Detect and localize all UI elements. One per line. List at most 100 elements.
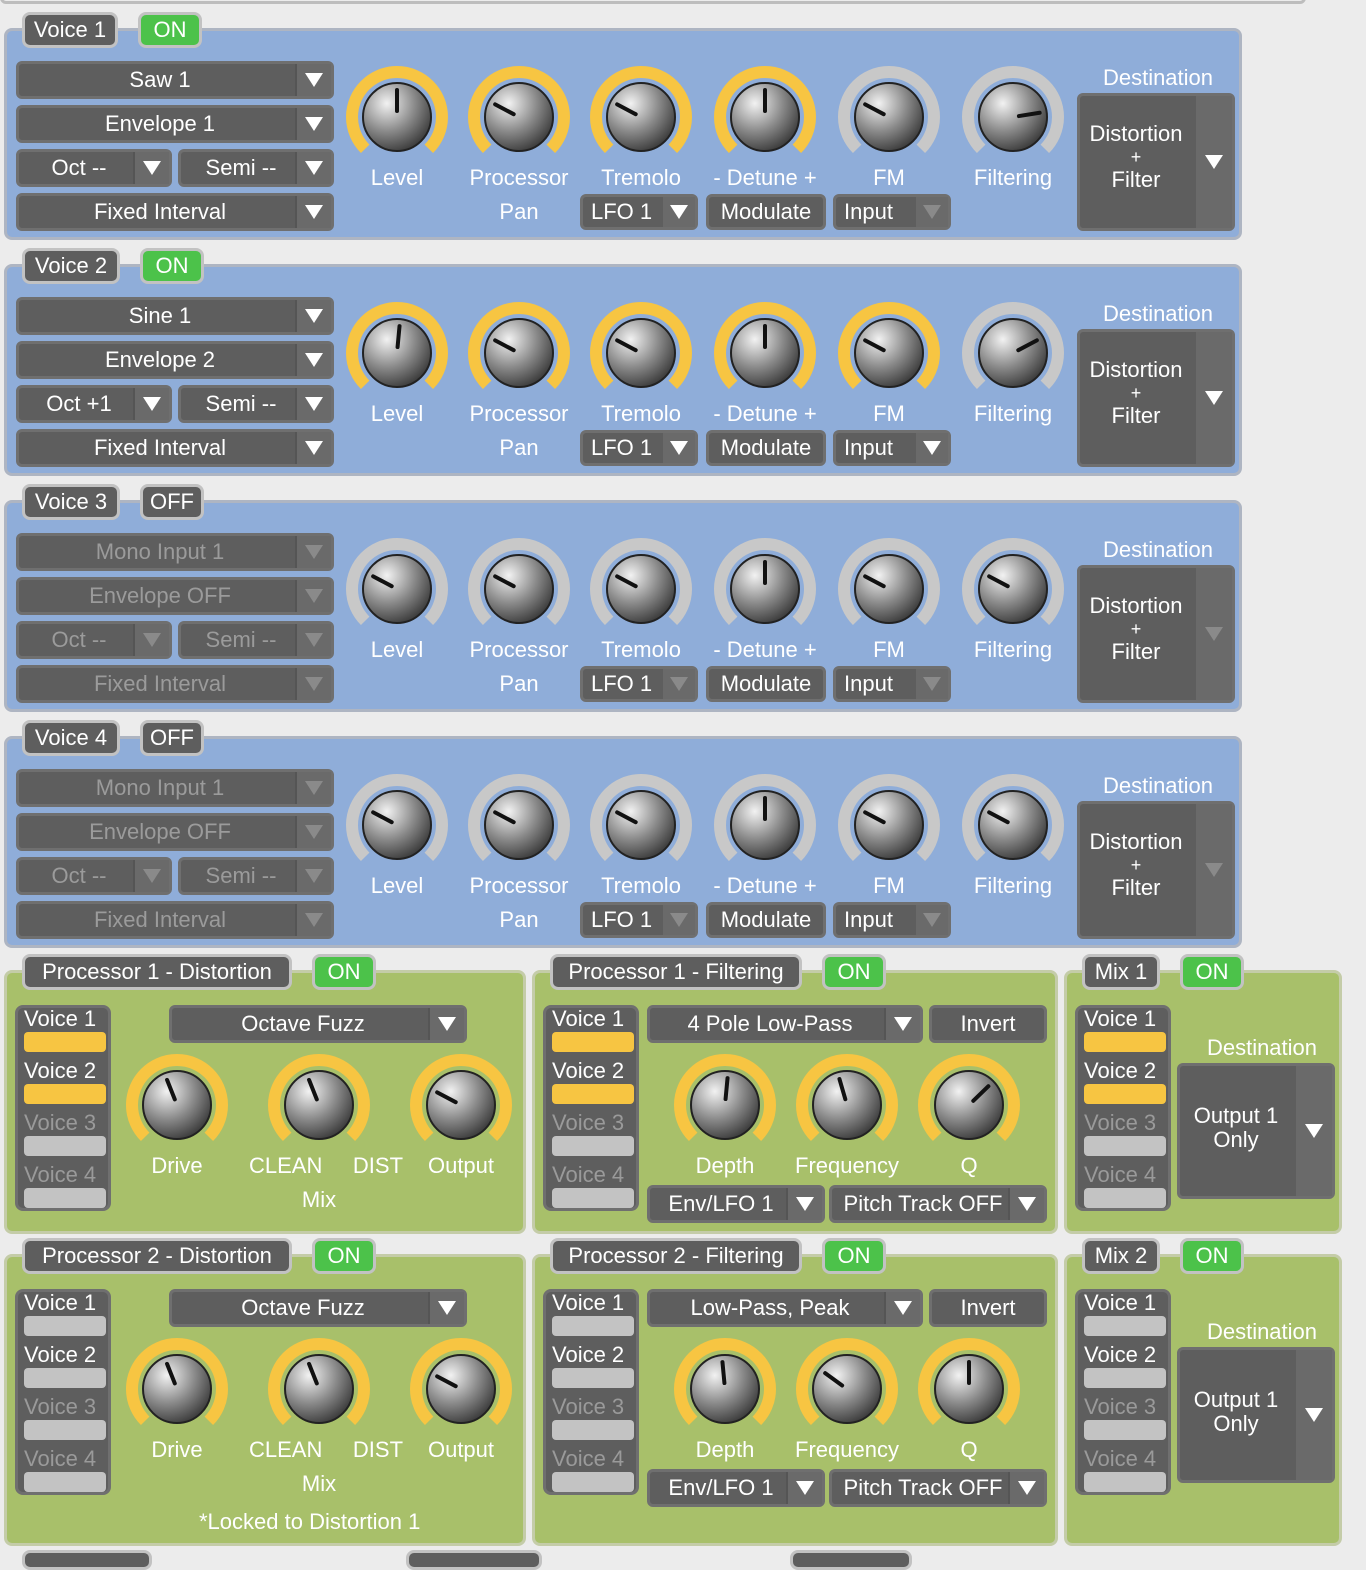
voice-route-toggle-3[interactable] [552, 1136, 634, 1156]
filter-mode-select[interactable]: Low-Pass, Peak [647, 1289, 923, 1327]
knob-tremolo[interactable] [589, 65, 693, 169]
pitch-track-select[interactable]: Pitch Track OFF [829, 1185, 1047, 1223]
knob-frequency[interactable] [795, 1053, 899, 1157]
knob-q[interactable] [917, 1337, 1021, 1441]
octave-select[interactable]: Oct -- [16, 149, 172, 187]
voice-tab[interactable]: Voice 1 [22, 12, 118, 48]
semitone-select[interactable]: Semi -- [178, 385, 334, 423]
voice-power-toggle[interactable]: OFF [140, 720, 204, 756]
knob-filtering[interactable] [961, 537, 1065, 641]
knob-filtering[interactable] [961, 773, 1065, 877]
voice-route-toggle-2[interactable] [552, 1368, 634, 1388]
knob-processor[interactable] [467, 537, 571, 641]
knob-level[interactable] [345, 773, 449, 877]
envelope-select[interactable]: Envelope 2 [16, 341, 334, 379]
destination-select[interactable]: Distortion + Filter [1077, 801, 1235, 939]
voice-route-toggle-4[interactable] [24, 1472, 106, 1492]
knob-detune[interactable] [713, 537, 817, 641]
semitone-select[interactable]: Semi -- [178, 857, 334, 895]
modulate-button[interactable]: Modulate [706, 430, 826, 466]
knob-filtering[interactable] [961, 301, 1065, 405]
interval-select[interactable]: Fixed Interval [16, 429, 334, 467]
envelope-select[interactable]: Envelope 1 [16, 105, 334, 143]
semitone-select[interactable]: Semi -- [178, 149, 334, 187]
next-section-tab[interactable] [406, 1550, 542, 1570]
filter-mode-select[interactable]: 4 Pole Low-Pass [647, 1005, 923, 1043]
fm-input-select[interactable]: Input [833, 194, 951, 230]
knob-detune[interactable] [713, 65, 817, 169]
processor-tab[interactable]: Mix 1 [1082, 954, 1160, 990]
voice-route-toggle-1[interactable] [24, 1316, 106, 1336]
interval-select[interactable]: Fixed Interval [16, 901, 334, 939]
processor-power-toggle[interactable]: ON [822, 1238, 886, 1274]
modulate-button[interactable]: Modulate [706, 194, 826, 230]
voice-route-toggle-3[interactable] [552, 1420, 634, 1440]
processor-power-toggle[interactable]: ON [312, 1238, 376, 1274]
voice-route-toggle-2[interactable] [552, 1084, 634, 1104]
knob-output[interactable] [409, 1053, 513, 1157]
voice-tab[interactable]: Voice 2 [22, 248, 120, 284]
voice-route-toggle-3[interactable] [24, 1420, 106, 1440]
knob-level[interactable] [345, 301, 449, 405]
knob-fm[interactable] [837, 65, 941, 169]
knob-tremolo[interactable] [589, 773, 693, 877]
knob-level[interactable] [345, 65, 449, 169]
knob-processor[interactable] [467, 301, 571, 405]
semitone-select[interactable]: Semi -- [178, 621, 334, 659]
knob-tremolo[interactable] [589, 537, 693, 641]
knob-fm[interactable] [837, 301, 941, 405]
fm-input-select[interactable]: Input [833, 430, 951, 466]
interval-select[interactable]: Fixed Interval [16, 665, 334, 703]
distortion-mode-select[interactable]: Octave Fuzz [169, 1005, 467, 1043]
pitch-track-select[interactable]: Pitch Track OFF [829, 1469, 1047, 1507]
processor-tab[interactable]: Processor 2 - Distortion [22, 1238, 292, 1274]
destination-select[interactable]: Distortion + Filter [1077, 565, 1235, 703]
knob-q[interactable] [917, 1053, 1021, 1157]
envelope-select[interactable]: Envelope OFF [16, 577, 334, 615]
processor-tab[interactable]: Mix 2 [1082, 1238, 1160, 1274]
octave-select[interactable]: Oct +1 [16, 385, 172, 423]
next-section-tab[interactable] [790, 1550, 912, 1570]
waveform-select[interactable]: Mono Input 1 [16, 769, 334, 807]
distortion-mode-select[interactable]: Octave Fuzz [169, 1289, 467, 1327]
lfo-select[interactable]: LFO 1 [580, 902, 698, 938]
knob-fm[interactable] [837, 537, 941, 641]
knob-processor[interactable] [467, 773, 571, 877]
lfo-select[interactable]: LFO 1 [580, 194, 698, 230]
voice-route-toggle-4[interactable] [552, 1472, 634, 1492]
voice-route-toggle-2[interactable] [24, 1368, 106, 1388]
knob-drive[interactable] [125, 1337, 229, 1441]
destination-select[interactable]: Distortion + Filter [1077, 329, 1235, 467]
invert-button[interactable]: Invert [929, 1289, 1047, 1327]
octave-select[interactable]: Oct -- [16, 857, 172, 895]
octave-select[interactable]: Oct -- [16, 621, 172, 659]
lfo-select[interactable]: LFO 1 [580, 430, 698, 466]
voice-route-toggle-2[interactable] [24, 1084, 106, 1104]
knob-depth[interactable] [673, 1337, 777, 1441]
voice-route-toggle-1[interactable] [24, 1032, 106, 1052]
waveform-select[interactable]: Mono Input 1 [16, 533, 334, 571]
voice-tab[interactable]: Voice 3 [22, 484, 120, 520]
voice-route-toggle-1[interactable] [552, 1316, 634, 1336]
destination-select[interactable]: Distortion + Filter [1077, 93, 1235, 231]
knob-detune[interactable] [713, 773, 817, 877]
knob-mix[interactable] [267, 1053, 371, 1157]
knob-tremolo[interactable] [589, 301, 693, 405]
interval-select[interactable]: Fixed Interval [16, 193, 334, 231]
voice-route-toggle-4[interactable] [1084, 1188, 1166, 1208]
processor-power-toggle[interactable]: ON [1180, 1238, 1244, 1274]
envelope-lfo-select[interactable]: Env/LFO 1 [647, 1469, 825, 1507]
voice-route-toggle-3[interactable] [1084, 1136, 1166, 1156]
knob-drive[interactable] [125, 1053, 229, 1157]
output-destination-select[interactable]: Output 1 Only [1177, 1347, 1335, 1483]
knob-processor[interactable] [467, 65, 571, 169]
modulate-button[interactable]: Modulate [706, 902, 826, 938]
knob-frequency[interactable] [795, 1337, 899, 1441]
envelope-select[interactable]: Envelope OFF [16, 813, 334, 851]
voice-route-toggle-2[interactable] [1084, 1084, 1166, 1104]
processor-power-toggle[interactable]: ON [1180, 954, 1244, 990]
knob-fm[interactable] [837, 773, 941, 877]
processor-power-toggle[interactable]: ON [822, 954, 886, 990]
knob-output[interactable] [409, 1337, 513, 1441]
voice-route-toggle-4[interactable] [552, 1188, 634, 1208]
